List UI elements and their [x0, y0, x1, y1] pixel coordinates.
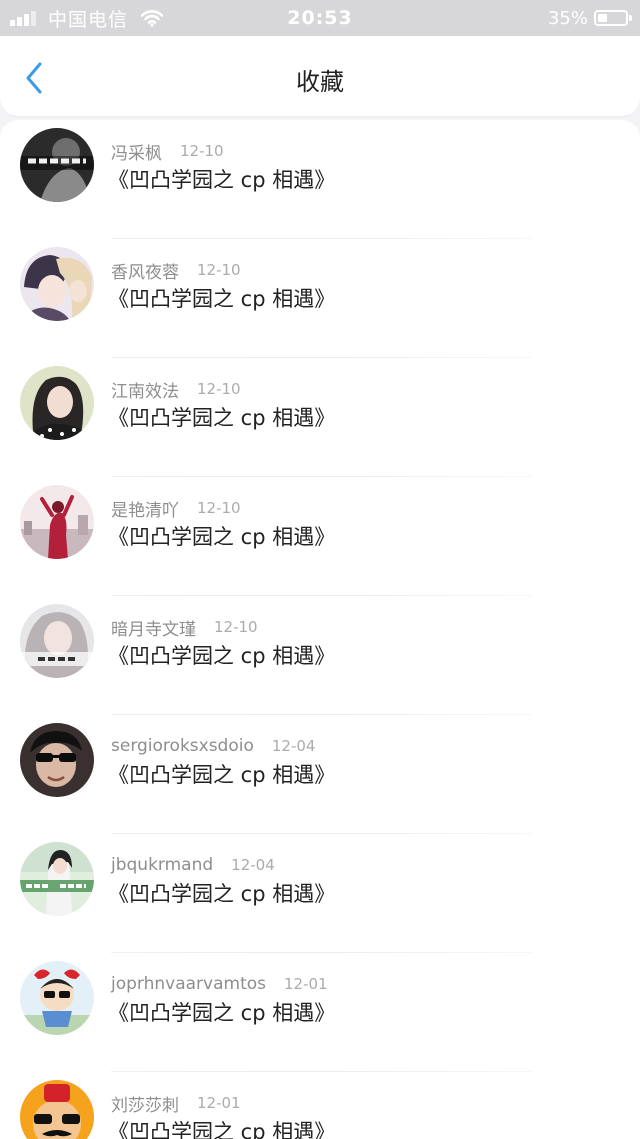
avatar: [20, 961, 94, 1035]
list-item[interactable]: 香风夜蓉 12-10 《凹凸学园之 cp 相遇》: [0, 239, 640, 358]
status-time: 20:53: [287, 7, 353, 29]
item-date: 12-10: [197, 380, 241, 398]
item-title[interactable]: 《凹凸学园之 cp 相遇》: [108, 402, 335, 432]
back-button[interactable]: [14, 58, 54, 98]
item-meta: joprhnvaarvamtos 12-01: [111, 973, 328, 995]
item-meta: 香风夜蓉 12-10: [111, 258, 241, 283]
author-name[interactable]: joprhnvaarvamtos: [111, 974, 266, 994]
item-date: 12-10: [197, 499, 241, 517]
author-name[interactable]: sergioroksxsdoio: [111, 736, 254, 756]
page-title: 收藏: [296, 68, 344, 96]
item-date: 12-01: [284, 975, 328, 993]
item-title[interactable]: 《凹凸学园之 cp 相遇》: [108, 759, 335, 789]
favorites-screen: 中国电信 20:53 35% 收藏 冯采枫 12-10 《凹凸学园之 cp 相遇…: [0, 0, 640, 1139]
favorites-list: 冯采枫 12-10 《凹凸学园之 cp 相遇》 香风夜蓉 12-10 《凹凸学园…: [0, 120, 640, 1139]
author-name[interactable]: 江南效法: [111, 377, 179, 402]
item-title[interactable]: 《凹凸学园之 cp 相遇》: [108, 164, 335, 194]
battery-icon: [594, 10, 632, 26]
item-title[interactable]: 《凹凸学园之 cp 相遇》: [108, 878, 335, 908]
item-date: 12-01: [197, 1094, 241, 1112]
avatar: [20, 604, 94, 678]
item-meta: 是艳清吖 12-10: [111, 496, 241, 521]
item-meta: 暗月寺文瑾 12-10: [111, 615, 258, 640]
chevron-left-icon: [26, 62, 42, 94]
item-date: 12-04: [231, 856, 275, 874]
list-item[interactable]: joprhnvaarvamtos 12-01 《凹凸学园之 cp 相遇》: [0, 953, 640, 1072]
item-title[interactable]: 《凹凸学园之 cp 相遇》: [108, 521, 335, 551]
list-item[interactable]: 是艳清吖 12-10 《凹凸学园之 cp 相遇》: [0, 477, 640, 596]
list-item[interactable]: jbqukrmand 12-04 《凹凸学园之 cp 相遇》: [0, 834, 640, 953]
status-right: 35%: [547, 0, 632, 36]
author-name[interactable]: 是艳清吖: [111, 496, 179, 521]
item-title[interactable]: 《凹凸学园之 cp 相遇》: [108, 1116, 335, 1139]
author-name[interactable]: 冯采枫: [111, 139, 162, 164]
item-meta: 江南效法 12-10: [111, 377, 241, 402]
item-date: 12-10: [180, 142, 224, 160]
item-date: 12-04: [271, 737, 316, 755]
author-name[interactable]: 香风夜蓉: [111, 258, 179, 283]
item-title[interactable]: 《凹凸学园之 cp 相遇》: [108, 997, 335, 1027]
list-item[interactable]: 冯采枫 12-10 《凹凸学园之 cp 相遇》: [0, 120, 640, 239]
list-item[interactable]: 江南效法 12-10 《凹凸学园之 cp 相遇》: [0, 358, 640, 477]
avatar: [20, 842, 94, 916]
nav-header: 收藏: [0, 36, 640, 116]
avatar: [20, 128, 94, 202]
item-meta: sergioroksxsdoio 12-04: [111, 735, 315, 757]
author-name[interactable]: 刘莎莎刺: [111, 1091, 179, 1116]
avatar: [20, 723, 94, 797]
avatar: [20, 1080, 94, 1139]
item-date: 12-10: [197, 261, 241, 279]
item-meta: jbqukrmand 12-04: [111, 854, 275, 876]
item-date: 12-10: [214, 618, 258, 636]
avatar: [20, 485, 94, 559]
avatar: [20, 247, 94, 321]
author-name[interactable]: jbqukrmand: [111, 855, 213, 875]
list-item[interactable]: sergioroksxsdoio 12-04 《凹凸学园之 cp 相遇》: [0, 715, 640, 834]
item-title[interactable]: 《凹凸学园之 cp 相遇》: [108, 283, 335, 313]
list-item[interactable]: 刘莎莎刺 12-01 《凹凸学园之 cp 相遇》: [0, 1072, 640, 1139]
item-meta: 刘莎莎刺 12-01: [111, 1091, 241, 1116]
list-item[interactable]: 暗月寺文瑾 12-10 《凹凸学园之 cp 相遇》: [0, 596, 640, 715]
author-name[interactable]: 暗月寺文瑾: [111, 615, 196, 640]
item-meta: 冯采枫 12-10: [111, 139, 224, 164]
battery-percent: 35%: [547, 7, 588, 29]
status-bar: 中国电信 20:53 35%: [0, 0, 640, 36]
item-title[interactable]: 《凹凸学园之 cp 相遇》: [108, 640, 335, 670]
avatar: [20, 366, 94, 440]
